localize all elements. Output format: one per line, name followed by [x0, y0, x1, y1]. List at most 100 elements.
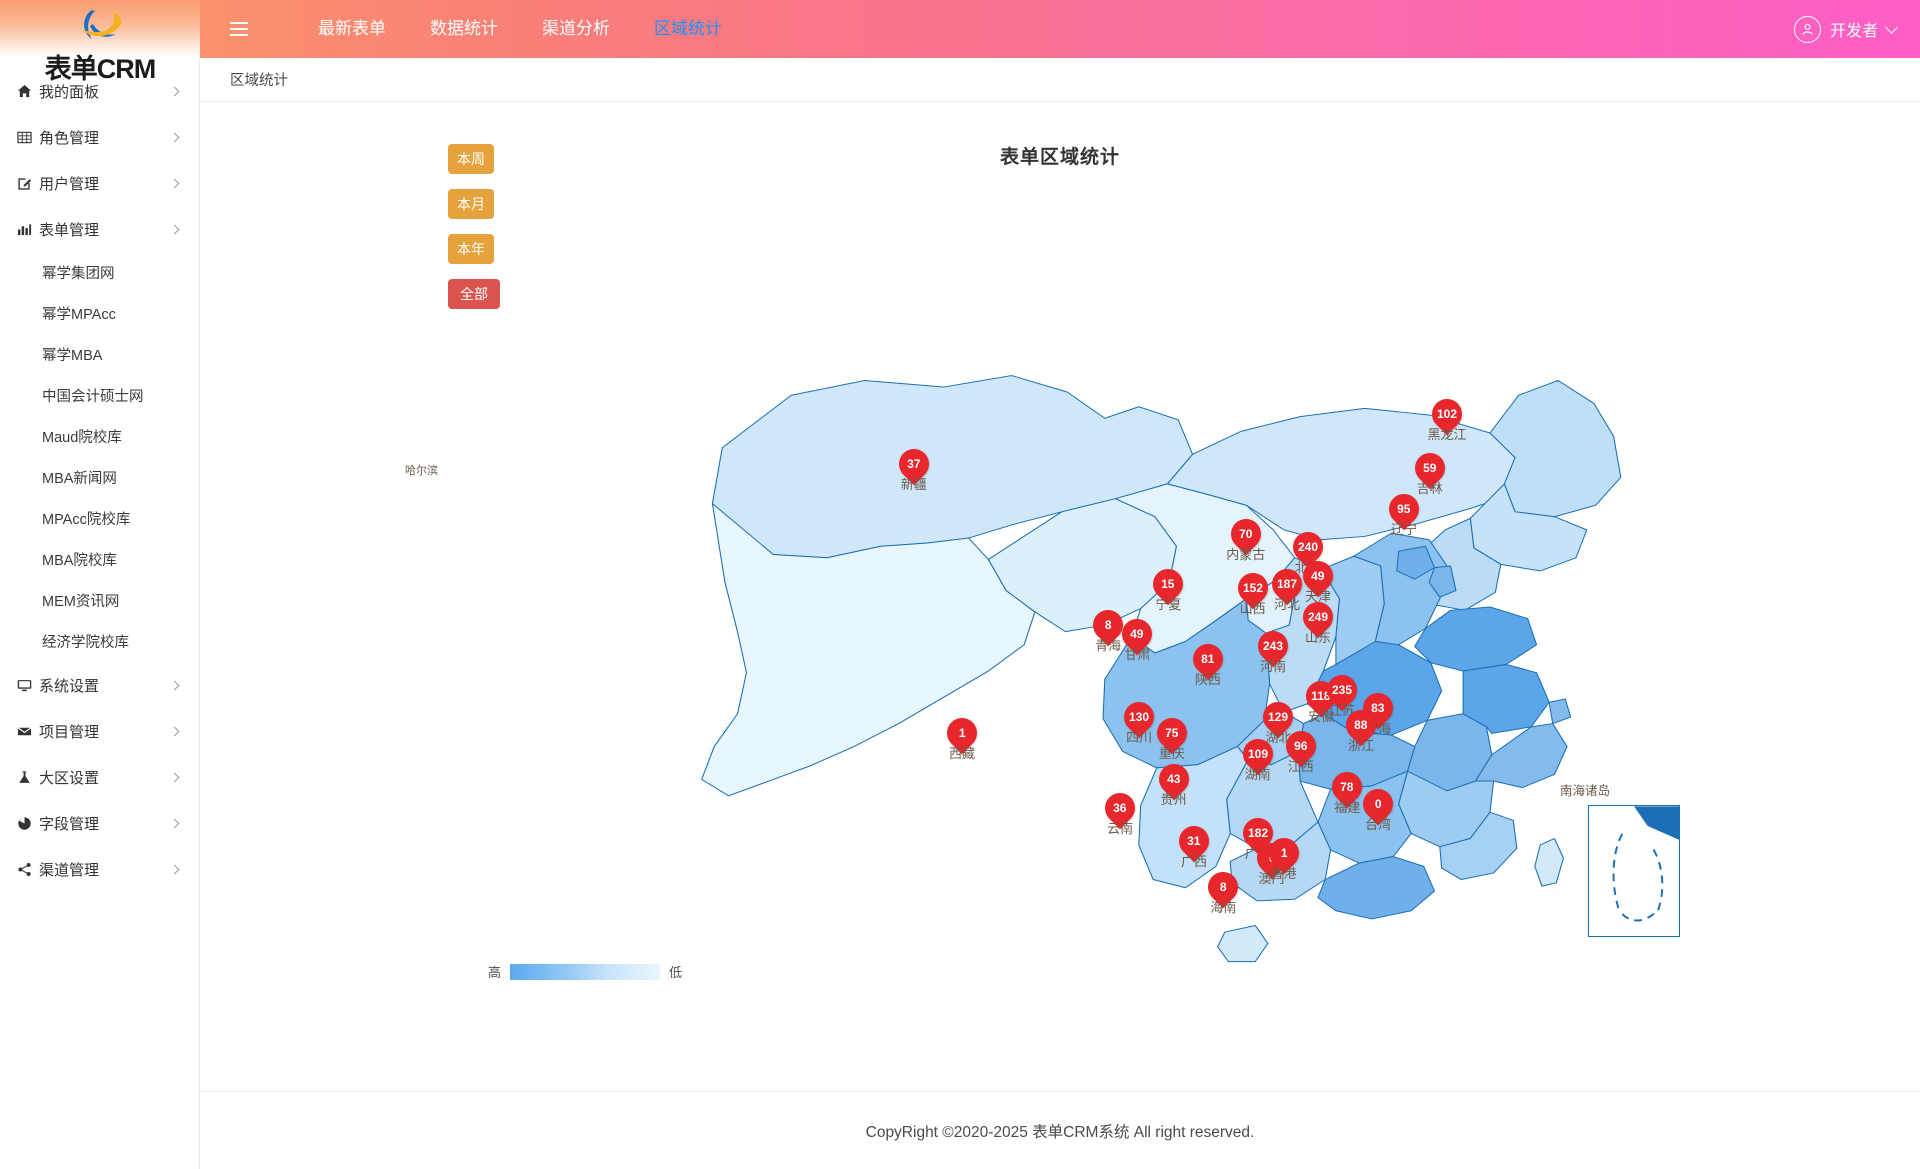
map-pin[interactable]: 243 河南: [1252, 624, 1295, 674]
sidebar-subitem-8[interactable]: MEM资讯网: [0, 580, 199, 621]
brand-logo[interactable]: 表单CRM: [0, 0, 200, 84]
footer: CopyRight ©2020-2025 表单CRM系统 All right r…: [200, 1091, 1920, 1169]
map-region-label: 辽宁: [1390, 522, 1418, 538]
content-area: 区域统计 本周 本月 本年 全部 表单区域统计 哈尔滨 南海诸岛 37 新疆 1…: [200, 58, 1920, 1169]
map-pin[interactable]: 249 山东: [1296, 595, 1340, 645]
map-region-label: 宁夏: [1155, 596, 1182, 612]
map-region-label: 湖南: [1244, 766, 1271, 782]
map-pin[interactable]: 78 福建: [1326, 765, 1369, 815]
flask-icon: [17, 770, 39, 785]
sidebar-label: 表单管理: [39, 221, 100, 239]
user-menu[interactable]: 开发者: [1793, 0, 1920, 58]
map-pin[interactable]: 43 贵州: [1152, 757, 1195, 807]
legend-gradient-bar: [510, 963, 661, 980]
map-pin[interactable]: 240北京: [1286, 525, 1329, 575]
sidebar-item-user-mgmt[interactable]: 用户管理: [0, 160, 199, 206]
map-pin[interactable]: 0 台湾: [1356, 782, 1400, 832]
sidebar-subitem-7[interactable]: MBA院校库: [0, 539, 199, 580]
sidebar-subitem-2[interactable]: 幂学MBA: [0, 334, 199, 375]
map-pin[interactable]: 70 内蒙古: [1224, 512, 1267, 562]
chevron-right-icon: [169, 224, 180, 234]
map-pin-value: 109: [1247, 746, 1268, 761]
map-region-label: 海南: [1210, 899, 1237, 915]
map-pin[interactable]: 96 江西: [1279, 724, 1323, 774]
map-pin[interactable]: 59 吉林: [1408, 446, 1452, 496]
sidebar-subitem-0[interactable]: 幂学集团网: [0, 252, 199, 293]
map-pin[interactable]: 130 四川: [1117, 695, 1161, 745]
map-pin-value: 96: [1294, 738, 1308, 753]
sidebar-subitem-1[interactable]: 幂学MPAcc: [0, 293, 199, 334]
chevron-down-icon: [1885, 20, 1898, 34]
map-pin[interactable]: 129 湖北: [1257, 695, 1300, 745]
sidebar-item-system-settings[interactable]: 系统设置: [0, 662, 199, 708]
edit-square-icon: [17, 176, 39, 191]
map-region-label: 浙江: [1347, 737, 1375, 753]
map-pin[interactable]: 152 山西: [1231, 566, 1274, 616]
map-pin[interactable]: 8 青海: [1086, 604, 1130, 653]
map-pin[interactable]: 8 海南: [1202, 865, 1245, 915]
map-pin-value: 31: [1187, 833, 1201, 848]
map-pin-value: 243: [1263, 639, 1284, 654]
sidebar-subitem-6[interactable]: MPAcc院校库: [0, 498, 199, 539]
map-pin[interactable]: 109 湖南: [1236, 732, 1280, 782]
map-pin[interactable]: 75 重庆: [1150, 711, 1194, 761]
map-pin-value: 59: [1423, 460, 1437, 475]
map-pin-value: 95: [1397, 502, 1411, 517]
map-pin-value: 102: [1436, 406, 1458, 421]
chevron-right-icon: [169, 726, 180, 736]
map-pin[interactable]: 15 宁夏: [1147, 562, 1190, 612]
map-pin[interactable]: 36 云南: [1098, 786, 1142, 836]
sidebar-item-field-mgmt[interactable]: 字段管理: [0, 800, 199, 846]
map-pin[interactable]: 1 西藏: [940, 711, 984, 761]
map-region-label: 重庆: [1158, 746, 1185, 762]
sidebar-subitem-5[interactable]: MBA新闻网: [0, 457, 199, 498]
map-pin[interactable]: 102 黑龙江: [1425, 392, 1469, 442]
map-region-label: 甘肃: [1124, 646, 1151, 662]
map-pin[interactable]: 95 辽宁: [1382, 488, 1426, 537]
map-pin[interactable]: 49 甘肃: [1116, 612, 1159, 662]
china-map[interactable]: 南海诸岛 37新疆102黑龙江59吉林95辽宁70内蒙古240北京49天津187…: [200, 172, 1920, 1001]
hamburger-icon[interactable]: [222, 12, 256, 46]
nav-item-region-stats[interactable]: 区域统计: [632, 0, 744, 58]
map-pin[interactable]: 187 河北: [1265, 562, 1309, 612]
region-stats-panel: 本周 本月 本年 全部 表单区域统计 哈尔滨 南海诸岛 37 新疆 102 黑龙…: [200, 102, 1920, 1091]
sidebar: 我的面板 角色管理 用户管理 表单管理 幂学集团网 幂学MPAcc 幂学MBA …: [0, 58, 200, 1169]
map-pin-value: 78: [1340, 780, 1354, 795]
map-pin-value: 1: [1280, 846, 1287, 861]
chevron-right-icon: [169, 772, 180, 782]
sidebar-item-form-mgmt[interactable]: 表单管理: [0, 206, 199, 252]
chevron-right-icon: [169, 818, 180, 828]
map-pin-value: 240: [1297, 539, 1318, 554]
map-pin-value: 1: [958, 726, 966, 741]
sidebar-item-role-mgmt[interactable]: 角色管理: [0, 114, 199, 160]
map-pin[interactable]: 235 江苏: [1320, 668, 1364, 718]
sidebar-subitem-3[interactable]: 中国会计硕士网: [0, 375, 199, 416]
sidebar-item-project-mgmt[interactable]: 项目管理: [0, 708, 199, 754]
sidebar-subitem-9[interactable]: 经济学院校库: [0, 621, 199, 662]
sidebar-submenu-forms: 幂学集团网 幂学MPAcc 幂学MBA 中国会计硕士网 Maud院校库 MBA新…: [0, 252, 199, 662]
map-pin-value: 8: [1104, 618, 1112, 633]
map-pin-value: 49: [1311, 568, 1325, 583]
map-pin[interactable]: 49 天津: [1296, 554, 1340, 604]
app-shell: 我的面板 角色管理 用户管理 表单管理 幂学集团网 幂学MPAcc 幂学MBA …: [0, 58, 1920, 1169]
swoosh-logo-icon: [62, 6, 138, 51]
map-pin-value: 81: [1201, 651, 1215, 666]
map-pin-value: 187: [1277, 576, 1298, 591]
map-region-label: 贵州: [1160, 791, 1187, 807]
share-icon: [17, 862, 39, 877]
map-pin[interactable]: 31 广西: [1172, 819, 1216, 869]
map-pin[interactable]: 81 陕西: [1186, 637, 1230, 687]
sidebar-item-region-settings[interactable]: 大区设置: [0, 754, 199, 800]
nav-item-latest-forms[interactable]: 最新表单: [296, 0, 408, 58]
nav-item-channel-analysis[interactable]: 渠道分析: [520, 0, 632, 58]
map-pin[interactable]: 1 香港: [1262, 832, 1305, 881]
nav-item-data-stats[interactable]: 数据统计: [408, 0, 520, 58]
home-icon: [17, 84, 39, 99]
sidebar-item-channel-mgmt[interactable]: 渠道管理: [0, 846, 199, 892]
map-pin-value: 75: [1165, 726, 1179, 741]
map-region-label: 云南: [1107, 820, 1134, 836]
map-region-label: 新疆: [900, 476, 927, 492]
sidebar-subitem-4[interactable]: Maud院校库: [0, 416, 199, 457]
map-pin[interactable]: 37 新疆: [892, 442, 936, 492]
map-pin[interactable]: 88 浙江: [1339, 703, 1383, 753]
